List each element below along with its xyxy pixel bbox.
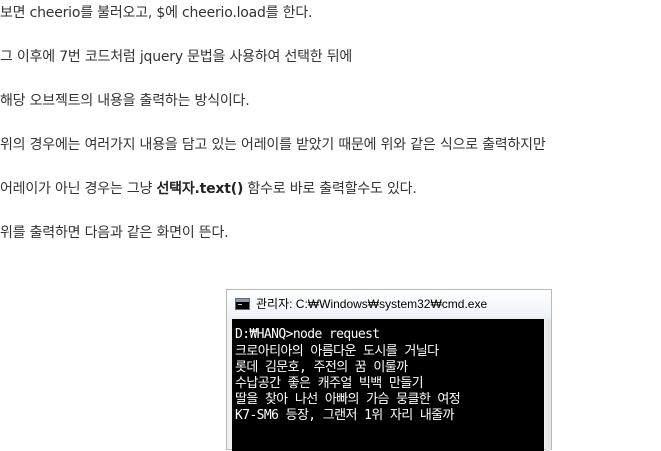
cmd-output-list: 크로아티아의 아름다운 도시를 거닐다 롯데 김문호, 주전의 꿈 이룰까 수납… bbox=[232, 344, 544, 424]
paragraph-jquery-selector: 그 이후에 7번 코드처럼 jquery 문법을 사용하여 선택한 뒤에 bbox=[0, 49, 353, 65]
paragraph-print-content: 해당 오브젝트의 내용을 출력하는 방식이다. bbox=[0, 93, 250, 109]
paragraph-non-array-case: 어레이가 아닌 경우는 그냥 선택자.text() 함수로 바로 출력할수도 있… bbox=[0, 179, 417, 199]
cmd-scrollbar bbox=[546, 319, 551, 451]
cmd-console-area: D:₩HANQ>node request 크로아티아의 아름다운 도시를 거닐다… bbox=[232, 319, 544, 451]
cmd-window-screenshot: 관리자: C:₩Windows₩system32₩cmd.exe D:₩HANQ… bbox=[226, 289, 552, 451]
cmd-console-icon bbox=[235, 297, 250, 310]
paragraph-array-case: 위의 경우에는 여러가지 내용을 담고 있는 어레이를 받았기 때문에 위와 같… bbox=[0, 137, 546, 153]
cmd-output-line: 크로아티아의 아름다운 도시를 거닐다 bbox=[235, 344, 439, 359]
bold-code-text: 선택자.text() bbox=[156, 181, 244, 197]
cmd-titlebar: 관리자: C:₩Windows₩system32₩cmd.exe bbox=[227, 290, 551, 317]
cmd-output-line: 딸을 찾아 나선 아빠의 가슴 뭉클한 여정 bbox=[235, 392, 461, 407]
cmd-window-title: 관리자: C:₩Windows₩system32₩cmd.exe bbox=[256, 297, 488, 311]
paragraph-text-after: 함수로 바로 출력할수도 있다. bbox=[243, 181, 417, 197]
paragraph-text-before: 어레이가 아닌 경우는 그냥 bbox=[0, 181, 157, 197]
cmd-output-line: 수납공간 좋은 캐주얼 빅백 만들기 bbox=[235, 376, 424, 391]
cmd-output-line: K7-SM6 등장, 그랜저 1위 자리 내줄까 bbox=[235, 408, 455, 423]
paragraph-cheerio-load: 보면 cheerio를 불러오고, $에 cheerio.load를 한다. bbox=[0, 5, 313, 21]
paragraph-output-screen: 위를 출력하면 다음과 같은 화면이 뜬다. bbox=[0, 225, 229, 241]
cmd-output-line: 롯데 김문호, 주전의 꿈 이룰까 bbox=[235, 360, 408, 375]
cmd-prompt-line: D:₩HANQ>node request bbox=[235, 327, 380, 342]
